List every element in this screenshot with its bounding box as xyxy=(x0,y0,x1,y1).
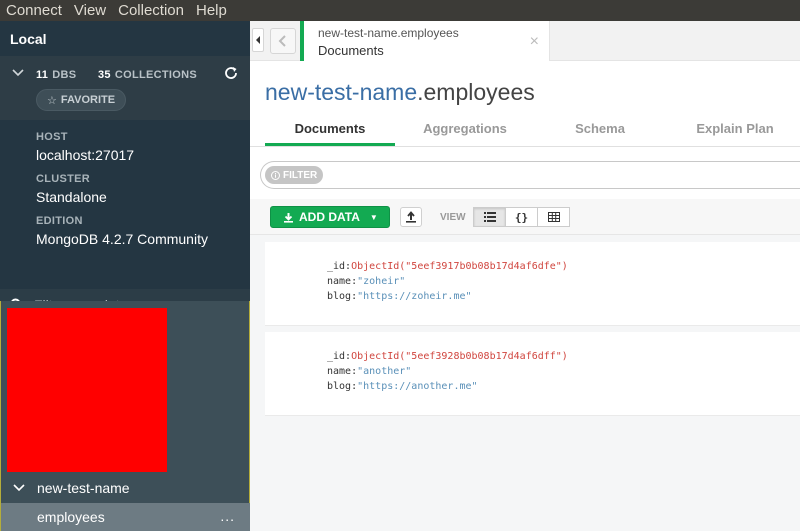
edition-value: MongoDB 4.2.7 Community xyxy=(36,231,208,247)
view-toggle-group: {} xyxy=(473,207,570,227)
tree-db-item[interactable]: new-test-name xyxy=(1,473,250,503)
tab-type: Documents xyxy=(318,43,384,58)
field-key: name: xyxy=(327,366,358,377)
menu-bar: Connect View Collection Help xyxy=(0,0,800,21)
title-collection-name: .employees xyxy=(417,79,535,105)
tab-documents[interactable]: new-test-name.employees Documents × xyxy=(300,21,550,61)
tree-collection-item[interactable]: employees ... xyxy=(1,503,250,531)
title-db-name: new-test-name xyxy=(265,79,418,105)
back-button[interactable] xyxy=(270,28,296,54)
list-icon xyxy=(483,212,496,222)
chevron-down-icon[interactable] xyxy=(12,481,26,495)
field-value: ObjectId("5eef3928b0b08b17d4af6dff") xyxy=(351,351,568,362)
instance-details: HOST localhost:27017 CLUSTER Standalone … xyxy=(0,120,250,289)
json-view-button[interactable]: {} xyxy=(505,207,538,227)
tree-collection-name: employees xyxy=(37,509,105,525)
dbs-count-label: DBS xyxy=(52,69,77,81)
subtab-documents[interactable]: Documents xyxy=(265,118,395,147)
instance-stats: 11 DBS 35 COLLECTIONS ☆ FAVORITE xyxy=(0,56,250,120)
document-card[interactable]: _id:ObjectId("5eef3917b0b08b17d4af6dfe")… xyxy=(265,242,800,326)
add-data-label: ADD DATA xyxy=(299,210,360,224)
field-value: "another" xyxy=(357,366,412,377)
field-key: blog: xyxy=(327,291,358,302)
subtab-divider xyxy=(250,146,800,147)
tree-db-name: new-test-name xyxy=(37,480,130,496)
collection-menu-icon[interactable]: ... xyxy=(220,508,235,524)
documents-toolbar: ADD DATA ▼ VIEW {} xyxy=(250,199,800,235)
menu-collection[interactable]: Collection xyxy=(112,0,190,21)
field-value: "https://another.me" xyxy=(357,381,478,392)
collection-subtabs: Documents Aggregations Schema Explain Pl… xyxy=(265,118,800,147)
document-card[interactable]: _id:ObjectId("5eef3928b0b08b17d4af6dff")… xyxy=(265,332,800,416)
cluster-label: CLUSTER xyxy=(36,173,91,185)
redacted-block xyxy=(7,308,167,472)
table-icon xyxy=(547,212,560,222)
download-icon xyxy=(284,212,293,223)
subtab-explain-plan[interactable]: Explain Plan xyxy=(670,118,800,147)
view-label: VIEW xyxy=(440,212,466,223)
host-value: localhost:27017 xyxy=(36,147,135,163)
main-panel: new-test-name.employees Documents × new-… xyxy=(250,21,800,531)
field-key: _id: xyxy=(327,351,352,362)
filter-label: FILTER xyxy=(283,169,318,181)
favorite-label: FAVORITE xyxy=(60,94,116,106)
edition-label: EDITION xyxy=(36,215,83,227)
dbs-count-value: 11 xyxy=(36,69,49,81)
star-icon: ☆ xyxy=(47,94,57,107)
collections-count: 35 COLLECTIONS xyxy=(98,69,197,81)
field-value: "zoheir" xyxy=(357,276,406,287)
add-data-button[interactable]: ADD DATA ▼ xyxy=(270,206,390,228)
collapse-sidebar-button[interactable] xyxy=(252,28,264,52)
menu-connect[interactable]: Connect xyxy=(0,0,68,21)
refresh-icon[interactable] xyxy=(223,65,239,81)
cluster-value: Standalone xyxy=(36,189,107,205)
upload-icon xyxy=(406,211,416,223)
sidebar: Local 11 DBS 35 COLLECTIONS ☆ FAVORITE HOS… xyxy=(0,21,250,531)
menu-help[interactable]: Help xyxy=(190,0,233,21)
chevron-left-icon xyxy=(278,35,286,47)
field-value: ObjectId("5eef3917b0b08b17d4af6dfe") xyxy=(351,261,568,272)
field-key: blog: xyxy=(327,381,358,392)
field-key: _id: xyxy=(327,261,352,272)
dbs-count: 11 DBS xyxy=(36,69,76,81)
chevron-down-icon[interactable] xyxy=(11,66,25,80)
subtab-schema[interactable]: Schema xyxy=(535,118,665,147)
field-value: "https://zoheir.me" xyxy=(357,291,472,302)
subtab-aggregations[interactable]: Aggregations xyxy=(400,118,530,147)
caret-left-icon xyxy=(256,36,260,44)
filter-pill[interactable]: FILTER xyxy=(265,166,324,184)
import-button[interactable] xyxy=(400,207,422,227)
list-view-button[interactable] xyxy=(473,207,506,227)
caret-down-icon: ▼ xyxy=(369,212,378,222)
table-view-button[interactable] xyxy=(537,207,570,227)
close-icon[interactable]: × xyxy=(530,33,539,51)
tab-namespace: new-test-name.employees xyxy=(318,26,459,40)
page-title: new-test-name.employees xyxy=(265,79,535,106)
documents-list: _id:ObjectId("5eef3917b0b08b17d4af6dfe")… xyxy=(250,235,800,531)
info-icon xyxy=(271,170,280,180)
favorite-button[interactable]: ☆ FAVORITE xyxy=(36,89,127,111)
field-key: name: xyxy=(327,276,358,287)
collections-count-value: 35 xyxy=(98,69,111,81)
database-tree: new-test-name employees ... xyxy=(0,301,250,531)
query-filter-input[interactable]: FILTER xyxy=(260,161,800,189)
collections-count-label: COLLECTIONS xyxy=(114,69,197,81)
braces-icon: {} xyxy=(514,210,529,224)
tab-bar: new-test-name.employees Documents × xyxy=(250,21,800,61)
menu-view[interactable]: View xyxy=(68,0,112,21)
sidebar-title: Local xyxy=(0,21,250,56)
host-label: HOST xyxy=(36,131,68,143)
